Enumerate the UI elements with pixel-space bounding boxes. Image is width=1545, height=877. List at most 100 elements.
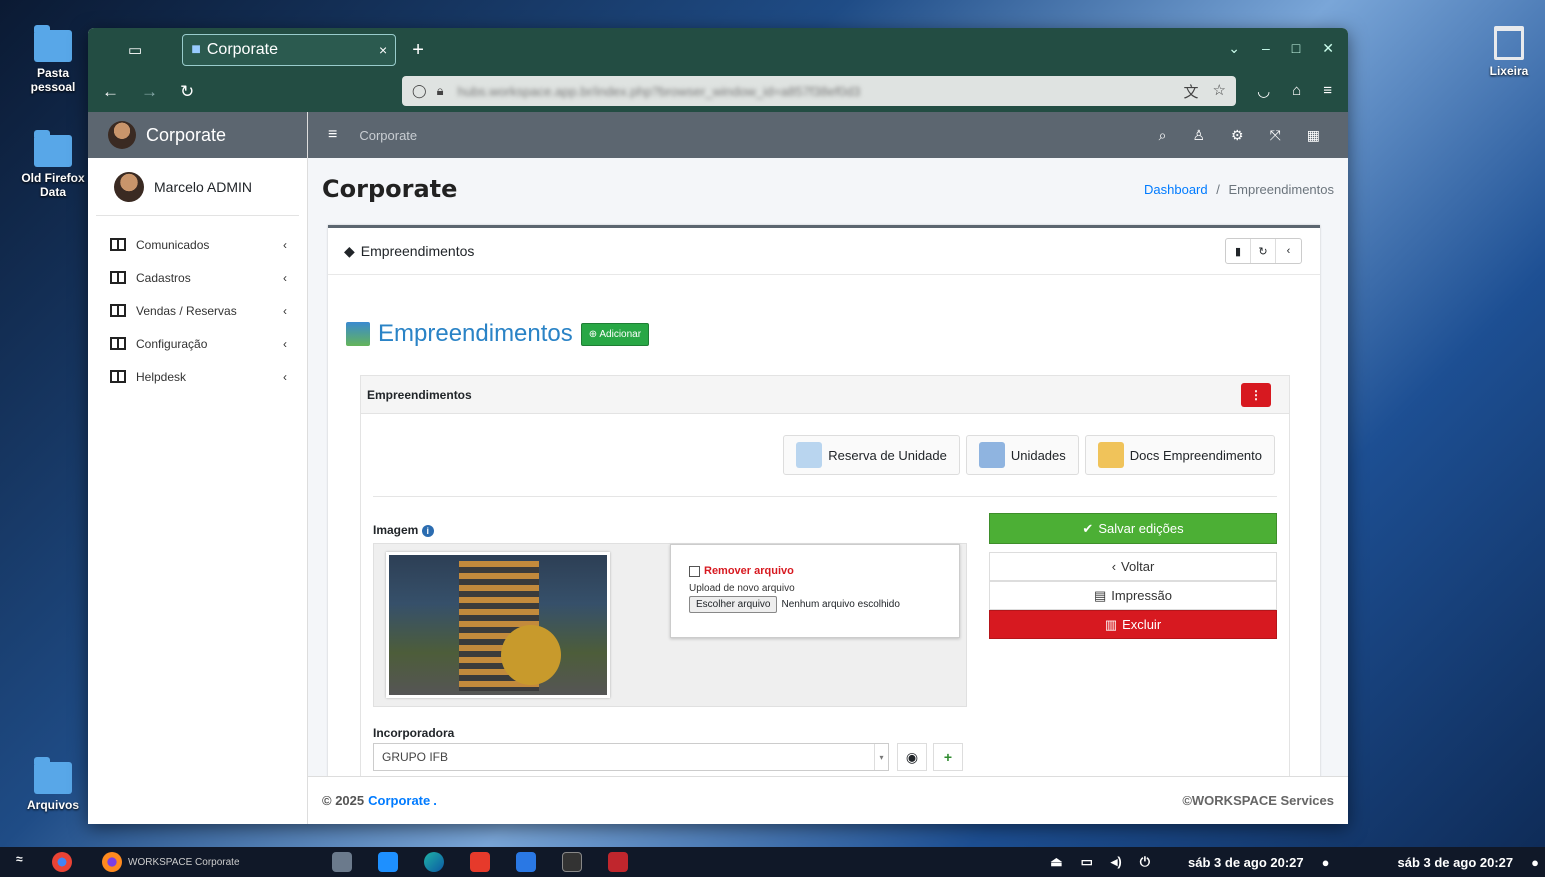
firefox-icon[interactable] [102,852,122,872]
teamviewer-icon[interactable] [515,852,536,872]
extensions-icon[interactable]: ⌂ [1292,82,1301,100]
image-field: Remover arquivo Upload de novo arquivo E… [373,543,967,707]
button-label: Docs Empreendimento [1129,447,1262,463]
desktop-icon-trash[interactable]: Lixeira [1474,26,1544,78]
main-content: ≡ Corporate ⌕ ♙ ⚙ ⤧ ▦ Corporate Dashboar… [308,112,1348,824]
clock[interactable]: sáb 3 de ago 20:27 [1188,855,1304,870]
desktop-icon-old-firefox-data[interactable]: Old Firefox Data [18,130,88,199]
anydesk-icon[interactable] [469,852,490,872]
bookmark-star-icon[interactable]: ☆ [1213,81,1226,102]
launcher-icon[interactable]: ≈ [16,852,36,872]
info-icon[interactable]: i [421,525,434,537]
shield-icon: ◯ [412,83,427,98]
folder-icon [34,25,72,62]
breadcrumb-dashboard-link[interactable]: Dashboard [1144,182,1208,197]
reload-button[interactable]: ↻ [180,82,194,102]
volume-icon[interactable]: ◂) [1111,854,1122,870]
power-icon[interactable]: ⏻ [1140,854,1150,870]
delete-button[interactable]: ▥ Excluir [989,610,1277,639]
folder-icon [34,757,72,794]
filezilla-icon[interactable] [607,852,628,872]
page-header: Corporate Dashboard / Empreendimentos [308,158,1348,220]
tab-bar: ▭ ■ Corporate × + ⌄ – □ ✕ [88,28,1348,72]
incorporadora-label: Incorporadora [373,726,455,740]
panel-title: Empreendimentos [367,387,472,402]
add-incorporadora-button[interactable]: + [933,743,963,771]
back-button[interactable]: ← [102,82,119,102]
remove-file-option[interactable]: Remover arquivo [689,565,941,577]
url-text[interactable]: hubs.workspace.app.br/index.php?browser_… [457,84,860,99]
edge-icon[interactable] [423,852,444,872]
sidebar-item-configuracao[interactable]: Configuração ‹ [88,327,307,360]
forward-button[interactable]: → [141,82,158,102]
add-button[interactable]: ⊕ Adicionar [580,322,650,346]
url-bar[interactable]: ◯ 🔒︎ hubs.workspace.app.br/index.php?bro… [402,76,1236,106]
sidebar-item-helpdesk[interactable]: Helpdesk ‹ [88,360,307,393]
desktop-icon-home-folder[interactable]: Pasta pessoal [18,25,88,94]
save-button[interactable]: ✔ Salvar edições [989,513,1277,544]
sidebar-item-comunicados[interactable]: Comunicados ‹ [88,228,307,261]
taskbar-firefox-label[interactable]: WORKSPACE Corporate [128,857,240,868]
print-button[interactable]: ▤ Impressão [989,581,1277,610]
docs-empreendimento-button[interactable]: Docs Empreendimento [1084,435,1275,475]
topnav-title[interactable]: Corporate [359,128,417,143]
maximize-button[interactable]: □ [1292,40,1300,57]
tab-list-icon[interactable]: ▭ [128,41,142,59]
top-navbar: ≡ Corporate ⌕ ♙ ⚙ ⤧ ▦ [308,112,1348,158]
pocket-icon[interactable]: ◡ [1257,82,1270,100]
search-icon[interactable]: ⌕ [1159,127,1167,144]
terminal-icon[interactable] [561,852,582,872]
apps-grid-icon[interactable]: ▦ [1307,127,1320,144]
divider [373,496,1277,497]
table-icon [110,337,126,350]
tab-close-icon[interactable]: × [379,42,387,58]
user-panel[interactable]: Marcelo ADMIN [96,158,299,216]
eject-icon[interactable]: ⏏ [1050,854,1062,870]
reserva-unidade-button[interactable]: Reserva de Unidade [783,435,960,475]
new-tab-button[interactable]: + [412,39,424,62]
translate-icon[interactable]: 文 [1184,81,1199,102]
choose-file-button[interactable]: Escolher arquivo [689,596,778,613]
fullscreen-icon[interactable]: ⤧ [1270,127,1281,144]
chevron-left-icon: ‹ [283,237,287,252]
footer-brand-link[interactable]: Corporate [368,793,430,808]
chrome-icon[interactable] [52,852,72,872]
user-name: Marcelo ADMIN [154,178,253,195]
user-icon[interactable]: ♙ [1192,127,1205,144]
collapse-icon[interactable]: ‹ [1276,239,1301,263]
menu-icon[interactable]: ≡ [1323,82,1332,100]
browser-tab[interactable]: ■ Corporate × [182,34,397,66]
desktop-icon-arquivos[interactable]: Arquivos [18,757,88,812]
sidebar-item-cadastros[interactable]: Cadastros ‹ [88,261,307,294]
sidebar-item-vendas-reservas[interactable]: Vendas / Reservas ‹ [88,294,307,327]
desktop-icon-label: Lixeira [1489,64,1529,78]
clock-secondary[interactable]: sáb 3 de ago 20:27 [1398,855,1514,870]
files-icon[interactable] [331,852,352,872]
incorporadora-select[interactable]: GRUPO IFB ▾ [373,743,889,771]
printer-icon: ▤ [1094,587,1107,603]
unidades-button[interactable]: Unidades [965,435,1079,475]
form-panel: Empreendimentos ⋮ Reserva de Unidade Uni… [360,375,1290,790]
add-button-label: Adicionar [599,328,642,340]
tab-overflow-icon[interactable]: ⌄ [1228,40,1240,57]
panel-menu-button[interactable]: ⋮ [1241,382,1271,407]
sidebar: Corporate Marcelo ADMIN Comunicados ‹ Cad… [88,112,308,824]
document-icon[interactable]: ▮ [1226,239,1251,263]
remove-file-checkbox[interactable] [689,565,700,577]
hamburger-icon[interactable]: ≡ [328,126,337,144]
back-button[interactable]: ‹ Voltar [989,552,1277,581]
close-window-button[interactable]: ✕ [1322,40,1334,57]
card-header: ◆ Empreendimentos ▮ ↻ ‹ [328,228,1320,275]
brand[interactable]: Corporate [88,112,307,158]
gear-icon[interactable]: ⚙ [1231,127,1244,144]
screenshot-icon[interactable] [377,852,398,872]
building-photo[interactable] [386,552,610,698]
sidebar-item-label: Comunicados [136,237,210,252]
breadcrumb: Dashboard / Empreendimentos [1144,182,1334,197]
display-icon[interactable]: ▭ [1081,854,1093,870]
minimize-button[interactable]: – [1262,40,1270,57]
view-button[interactable]: ◉ [897,743,927,771]
footer-dot: . [433,793,437,808]
print-label: Impressão [1111,588,1172,603]
refresh-icon[interactable]: ↻ [1251,239,1276,263]
